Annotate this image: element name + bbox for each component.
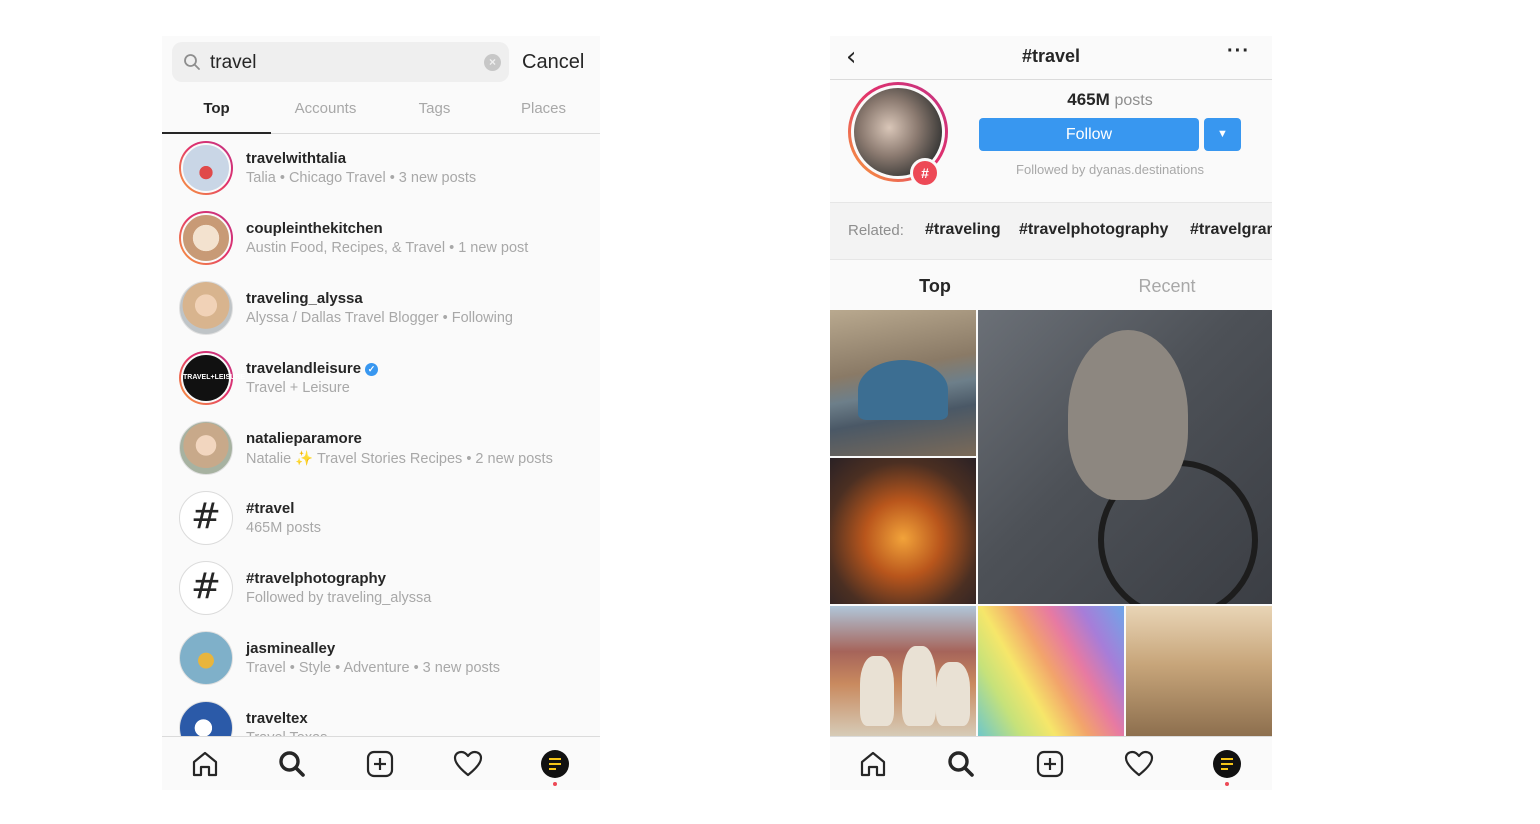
result-subtitle: Austin Food, Recipes, & Travel • 1 new p… xyxy=(246,240,529,256)
search-icon[interactable] xyxy=(276,748,308,780)
avatar xyxy=(179,211,233,265)
tab-top[interactable]: Top xyxy=(162,100,271,117)
related-label: Related: xyxy=(848,222,904,239)
result-subtitle: Alyssa / Dallas Travel Blogger • Followi… xyxy=(246,310,513,326)
follow-dropdown-icon[interactable]: ▼ xyxy=(1204,118,1241,151)
search-screen: travel × Cancel Top Accounts Tags Places… xyxy=(162,36,600,790)
post-count: 465M posts xyxy=(978,90,1242,110)
result-name: jasminealley xyxy=(246,640,336,657)
result-subtitle: Natalie ✨ Travel Stories Recipes • 2 new… xyxy=(246,451,553,467)
search-icon xyxy=(184,54,200,70)
tab-recent[interactable]: Recent xyxy=(1062,276,1272,297)
tab-top[interactable]: Top xyxy=(830,276,1040,297)
page-title: #travel xyxy=(1021,46,1081,66)
result-name: travelwithtalia xyxy=(246,150,347,167)
related-tag[interactable]: #travelgram xyxy=(1190,221,1272,239)
notification-dot xyxy=(553,782,557,786)
add-post-icon[interactable] xyxy=(1034,748,1066,780)
follow-button[interactable]: Follow xyxy=(979,118,1199,151)
hashtag-profile: # 465M posts Follow ▼ Followed by dyanas… xyxy=(830,80,1272,202)
hashtag-icon: # xyxy=(179,561,233,615)
search-result-row[interactable]: coupleinthekitchen Austin Food, Recipes,… xyxy=(162,205,600,275)
result-subtitle: 465M posts xyxy=(246,520,321,536)
clear-search-icon[interactable]: × xyxy=(484,54,501,71)
more-options-icon[interactable]: ··· xyxy=(1227,40,1250,63)
profile-avatar-image xyxy=(541,750,569,778)
heart-icon[interactable] xyxy=(1123,748,1155,780)
home-icon[interactable] xyxy=(857,748,889,780)
bottom-tab-bar xyxy=(830,736,1272,790)
result-name: traveling_alyssa xyxy=(246,290,363,307)
profile-avatar-image xyxy=(1213,750,1241,778)
post-thumbnail[interactable] xyxy=(830,458,976,604)
result-name: traveltex xyxy=(246,710,308,727)
related-tag[interactable]: #travelphotography xyxy=(1019,221,1168,239)
post-thumbnail[interactable] xyxy=(830,606,976,736)
search-result-row[interactable]: jasminealley Travel • Style • Adventure … xyxy=(162,625,600,695)
result-name: travelandleisure ✓ xyxy=(246,360,379,377)
result-name: #travel xyxy=(246,500,295,517)
hashtag-badge-icon: # xyxy=(910,158,940,188)
avatar xyxy=(179,141,233,195)
profile-avatar[interactable] xyxy=(539,748,571,786)
search-result-row[interactable]: # #travel 465M posts xyxy=(162,485,600,555)
search-query-text: travel xyxy=(210,52,257,73)
search-result-row[interactable]: natalieparamore Natalie ✨ Travel Stories… xyxy=(162,415,600,485)
followed-by-text: Followed by dyanas.destinations xyxy=(1016,162,1204,177)
result-name-text: travelandleisure xyxy=(246,360,362,377)
post-count-label: posts xyxy=(1114,92,1153,109)
tab-tags[interactable]: Tags xyxy=(380,100,489,117)
related-tag[interactable]: #traveling xyxy=(925,221,1001,239)
search-result-row[interactable]: # #travelphotography Followed by traveli… xyxy=(162,555,600,625)
search-input[interactable]: travel × xyxy=(172,42,509,82)
search-bar-row: travel × Cancel xyxy=(162,36,600,88)
post-thumbnail[interactable] xyxy=(830,310,976,456)
post-grid xyxy=(830,310,1272,736)
heart-icon[interactable] xyxy=(452,748,484,780)
tab-places[interactable]: Places xyxy=(489,100,598,117)
search-result-row[interactable]: traveling_alyssa Alyssa / Dallas Travel … xyxy=(162,275,600,345)
result-subtitle: Talia • Chicago Travel • 3 new posts xyxy=(246,170,477,186)
result-name: #travelphotography xyxy=(246,570,387,587)
search-result-row[interactable]: TRAVEL+LEISURE travelandleisure ✓ Travel … xyxy=(162,345,600,415)
notification-dot xyxy=(1225,782,1229,786)
result-subtitle: Travel • Style • Adventure • 3 new posts xyxy=(246,660,501,676)
add-post-icon[interactable] xyxy=(364,748,396,780)
result-name: coupleinthekitchen xyxy=(246,220,383,237)
hashtag-tabs: Top Recent xyxy=(830,260,1272,310)
bottom-tab-bar xyxy=(162,736,600,790)
post-thumbnail[interactable] xyxy=(978,310,1272,604)
related-tags-bar: Related: #traveling #travelphotography #… xyxy=(830,202,1272,260)
profile-avatar[interactable] xyxy=(1211,748,1243,786)
avatar: TRAVEL+LEISURE xyxy=(179,351,245,405)
active-tab-indicator xyxy=(162,132,271,134)
post-count-value: 465M xyxy=(1067,90,1110,109)
search-result-row[interactable]: travelwithtalia Talia • Chicago Travel •… xyxy=(162,135,600,205)
home-icon[interactable] xyxy=(189,748,221,780)
result-subtitle: Followed by traveling_alyssa xyxy=(246,590,432,606)
search-tabs: Top Accounts Tags Places xyxy=(162,88,600,134)
avatar xyxy=(179,281,233,335)
search-icon[interactable] xyxy=(945,748,977,780)
avatar xyxy=(179,421,233,475)
verified-badge-icon: ✓ xyxy=(365,363,379,376)
avatar xyxy=(179,631,233,685)
hashtag-header: ‹ #travel ··· xyxy=(830,36,1272,80)
cancel-button[interactable]: Cancel xyxy=(522,51,584,74)
tab-accounts[interactable]: Accounts xyxy=(271,100,380,117)
hashtag-icon: # xyxy=(179,491,233,545)
result-subtitle: Travel + Leisure xyxy=(246,380,350,396)
result-name: natalieparamore xyxy=(246,430,362,447)
post-thumbnail[interactable] xyxy=(1126,606,1272,736)
post-thumbnail[interactable] xyxy=(978,606,1124,736)
hashtag-screen: ‹ #travel ··· # 465M posts Follow ▼ Foll… xyxy=(830,36,1272,790)
